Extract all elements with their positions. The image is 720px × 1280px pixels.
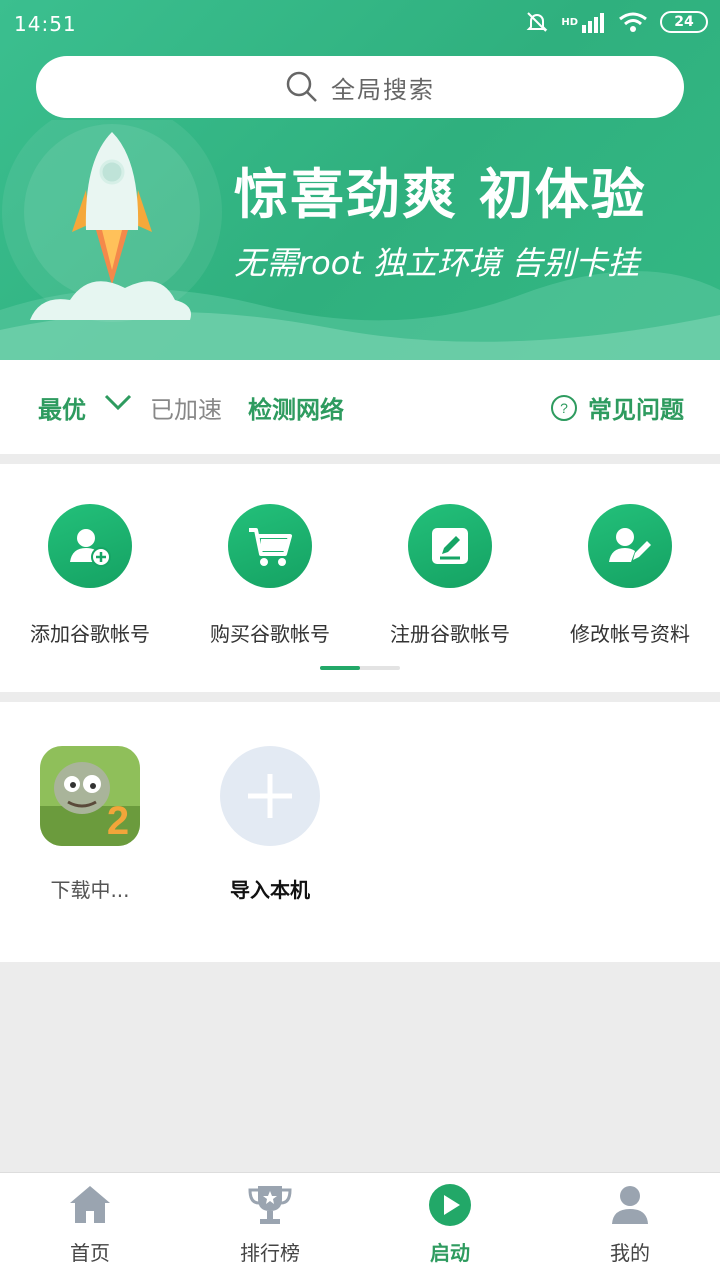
edit-account-profile-button[interactable]: 修改帐号资料 xyxy=(540,504,720,647)
banner-title: 惊喜劲爽 初体验 xyxy=(234,163,647,226)
register-edit-icon xyxy=(432,528,468,564)
svg-text:?: ? xyxy=(560,400,568,416)
rocket-illustration xyxy=(0,102,230,340)
faq-link[interactable]: ? 常见问题 xyxy=(550,390,684,425)
quick-actions-panel: 添加谷歌帐号 购买谷歌帐号 注册谷歌帐号 修改帐号资料 xyxy=(0,464,720,692)
search-icon xyxy=(286,71,317,102)
header-banner: 14:51 HD 24 全局搜索 惊喜劲爽 初体验 无需root 独立环境 告别… xyxy=(0,0,720,360)
page-indicator xyxy=(320,666,400,670)
network-status: 已加速 xyxy=(150,396,222,424)
check-network-link[interactable]: 检测网络 xyxy=(248,390,344,425)
network-bar: 最优 已加速 检测网络 ? 常见问题 xyxy=(0,360,720,454)
plus-icon xyxy=(248,774,292,818)
trophy-icon xyxy=(248,1186,292,1224)
search-placeholder: 全局搜索 xyxy=(331,75,435,104)
nav-profile[interactable]: 我的 xyxy=(540,1183,720,1266)
nav-ranking[interactable]: 排行榜 xyxy=(180,1183,360,1266)
svg-text:2: 2 xyxy=(107,799,129,843)
network-mode-select[interactable]: 最优 xyxy=(38,390,86,425)
search-input[interactable]: 全局搜索 xyxy=(36,56,684,118)
bell-muted-icon xyxy=(526,12,548,32)
signal-icon xyxy=(582,13,604,33)
edit-profile-icon xyxy=(609,528,651,562)
buy-google-account-button[interactable]: 购买谷歌帐号 xyxy=(180,504,360,647)
rocket-icon xyxy=(2,102,222,322)
play-icon xyxy=(429,1184,471,1226)
help-circle-icon: ? xyxy=(551,394,577,421)
page-indicator-active xyxy=(320,666,360,670)
faq-label: 常见问题 xyxy=(588,396,684,424)
chevron-down-icon[interactable] xyxy=(104,392,132,412)
status-bar: 14:51 HD 24 xyxy=(0,0,720,50)
import-local-app-button[interactable]: 导入本机 xyxy=(180,746,360,903)
add-account-icon xyxy=(70,529,111,567)
user-icon xyxy=(612,1186,648,1224)
status-time: 14:51 xyxy=(14,12,77,36)
banner-subtitle: 无需root 独立环境 告别卡挂 xyxy=(234,244,640,282)
hd-badge: HD xyxy=(561,16,578,28)
wifi-icon xyxy=(619,12,647,32)
bottom-nav: 首页 排行榜 启动 我的 xyxy=(0,1172,720,1280)
apps-panel: 2 下载中... 导入本机 xyxy=(0,702,720,962)
register-google-account-button[interactable]: 注册谷歌帐号 xyxy=(360,504,540,647)
add-google-account-button[interactable]: 添加谷歌帐号 xyxy=(0,504,180,647)
home-icon xyxy=(70,1186,110,1223)
battery-indicator: 24 xyxy=(660,11,708,33)
nav-launch[interactable]: 启动 xyxy=(360,1183,540,1266)
game-zombie-icon: 2 xyxy=(40,746,140,846)
shopping-cart-icon xyxy=(249,528,292,566)
nav-home[interactable]: 首页 xyxy=(0,1183,180,1266)
app-item-downloading[interactable]: 2 下载中... xyxy=(0,746,180,903)
